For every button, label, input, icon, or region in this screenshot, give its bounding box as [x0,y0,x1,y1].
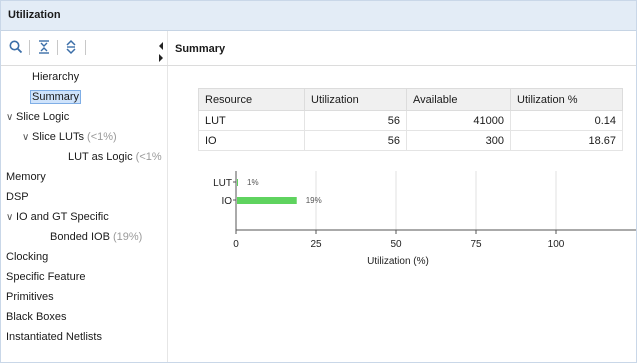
tree-item-percent: (19%) [113,231,143,243]
tree-item-label: Clocking [6,251,49,263]
window-title: Utilization [8,9,61,21]
tree-item-percent: (<1% [135,151,162,163]
column-header[interactable]: Available [406,88,511,111]
tree-toolbar [1,31,166,65]
search-icon[interactable] [8,39,24,55]
tree-item-dsp[interactable]: DSP [6,190,29,204]
expand-right-icon [159,54,163,62]
toolbar-separator [85,40,86,55]
table-cell: 56 [304,110,407,131]
utilization-chart: 0 25 50 75 100 LUT 1% IO 19% Utilization (%) [213,171,636,266]
panel-title: Summary [175,43,226,55]
tree-item-slice-logic[interactable]: ∨ Slice Logic [6,110,69,125]
table-cell: LUT [198,110,305,131]
tree-item-memory[interactable]: Memory [6,170,46,184]
tree-item-label: LUT as Logic [68,151,133,163]
toolbar-separator [57,40,58,55]
tree-item-label: Memory [6,171,46,183]
splitter-toggle[interactable] [158,40,166,64]
table-cell: 41000 [406,110,511,131]
tree-item-label: IO and GT Specific [16,211,109,223]
x-tick-label: 25 [310,239,322,250]
toolbar-separator [29,40,30,55]
x-tick-label: 50 [390,239,402,250]
tree-item-percent: (<1%) [87,131,117,143]
tree-item-primitives[interactable]: Primitives [6,290,54,304]
tree-item-label: Bonded IOB [50,231,110,243]
chevron-down-icon[interactable]: ∨ [22,131,32,145]
chevron-down-icon[interactable]: ∨ [6,111,16,125]
utilization-tree: Hierarchy Summary ∨ Slice Logic ∨ Slice LU… [1,66,167,362]
table-header-row: Resource Utilization Available Utilizati… [198,88,623,111]
data-label: 1% [247,178,259,187]
summary-panel-header: Summary [168,31,636,65]
table-cell: IO [198,130,305,151]
tree-item-specific-feature[interactable]: Specific Feature [6,270,85,284]
bar [237,179,238,186]
tree-item-black-boxes[interactable]: Black Boxes [6,310,67,324]
y-category-label: IO [221,196,232,207]
chevron-down-icon[interactable]: ∨ [6,211,16,225]
tree-item-label: Black Boxes [6,311,67,323]
table-cell: 18.67 [510,130,623,151]
table-row[interactable]: LUT 56 41000 0.14 [198,110,623,131]
collapse-left-icon [159,42,163,50]
tree-item-label: Primitives [6,291,54,303]
x-axis-title: Utilization (%) [367,256,429,266]
tree-item-label: DSP [6,191,29,203]
tree-item-bonded-iob[interactable]: Bonded IOB (19%) [50,230,142,244]
tree-item-summary[interactable]: Summary [30,90,82,104]
title-bar: Utilization [1,1,636,31]
tree-item-label: Specific Feature [6,271,86,283]
y-category-label: LUT [213,178,232,189]
tree-item-label: Slice Logic [16,111,70,123]
collapse-all-icon[interactable] [36,39,52,55]
table-cell: 0.14 [510,110,623,131]
tree-item-lut-as-logic[interactable]: LUT as Logic (<1% [68,150,162,164]
bar [237,197,297,204]
x-tick-label: 0 [233,239,239,250]
expand-all-icon[interactable] [63,39,79,55]
data-label: 19% [306,196,322,205]
column-header[interactable]: Utilization [304,88,407,111]
tree-item-hierarchy[interactable]: Hierarchy [32,70,79,84]
tree-item-io-gt-specific[interactable]: ∨ IO and GT Specific [6,210,109,225]
x-tick-label: 100 [548,239,565,250]
tree-item-label: Summary [30,90,82,104]
column-header[interactable]: Utilization % [510,88,623,111]
table-cell: 300 [406,130,511,151]
resource-table: Resource Utilization Available Utilizati… [198,88,623,151]
tree-item-label: Hierarchy [32,71,80,83]
x-tick-label: 75 [470,239,482,250]
tree-item-slice-luts[interactable]: ∨ Slice LUTs (<1%) [22,130,117,145]
table-cell: 56 [304,130,407,151]
tree-item-label: Slice LUTs [32,131,84,143]
column-header[interactable]: Resource [198,88,305,111]
table-row[interactable]: IO 56 300 18.67 [198,130,623,151]
tree-item-instantiated-netlists[interactable]: Instantiated Netlists [6,330,102,344]
tree-item-label: Instantiated Netlists [6,331,102,343]
tree-item-clocking[interactable]: Clocking [6,250,48,264]
